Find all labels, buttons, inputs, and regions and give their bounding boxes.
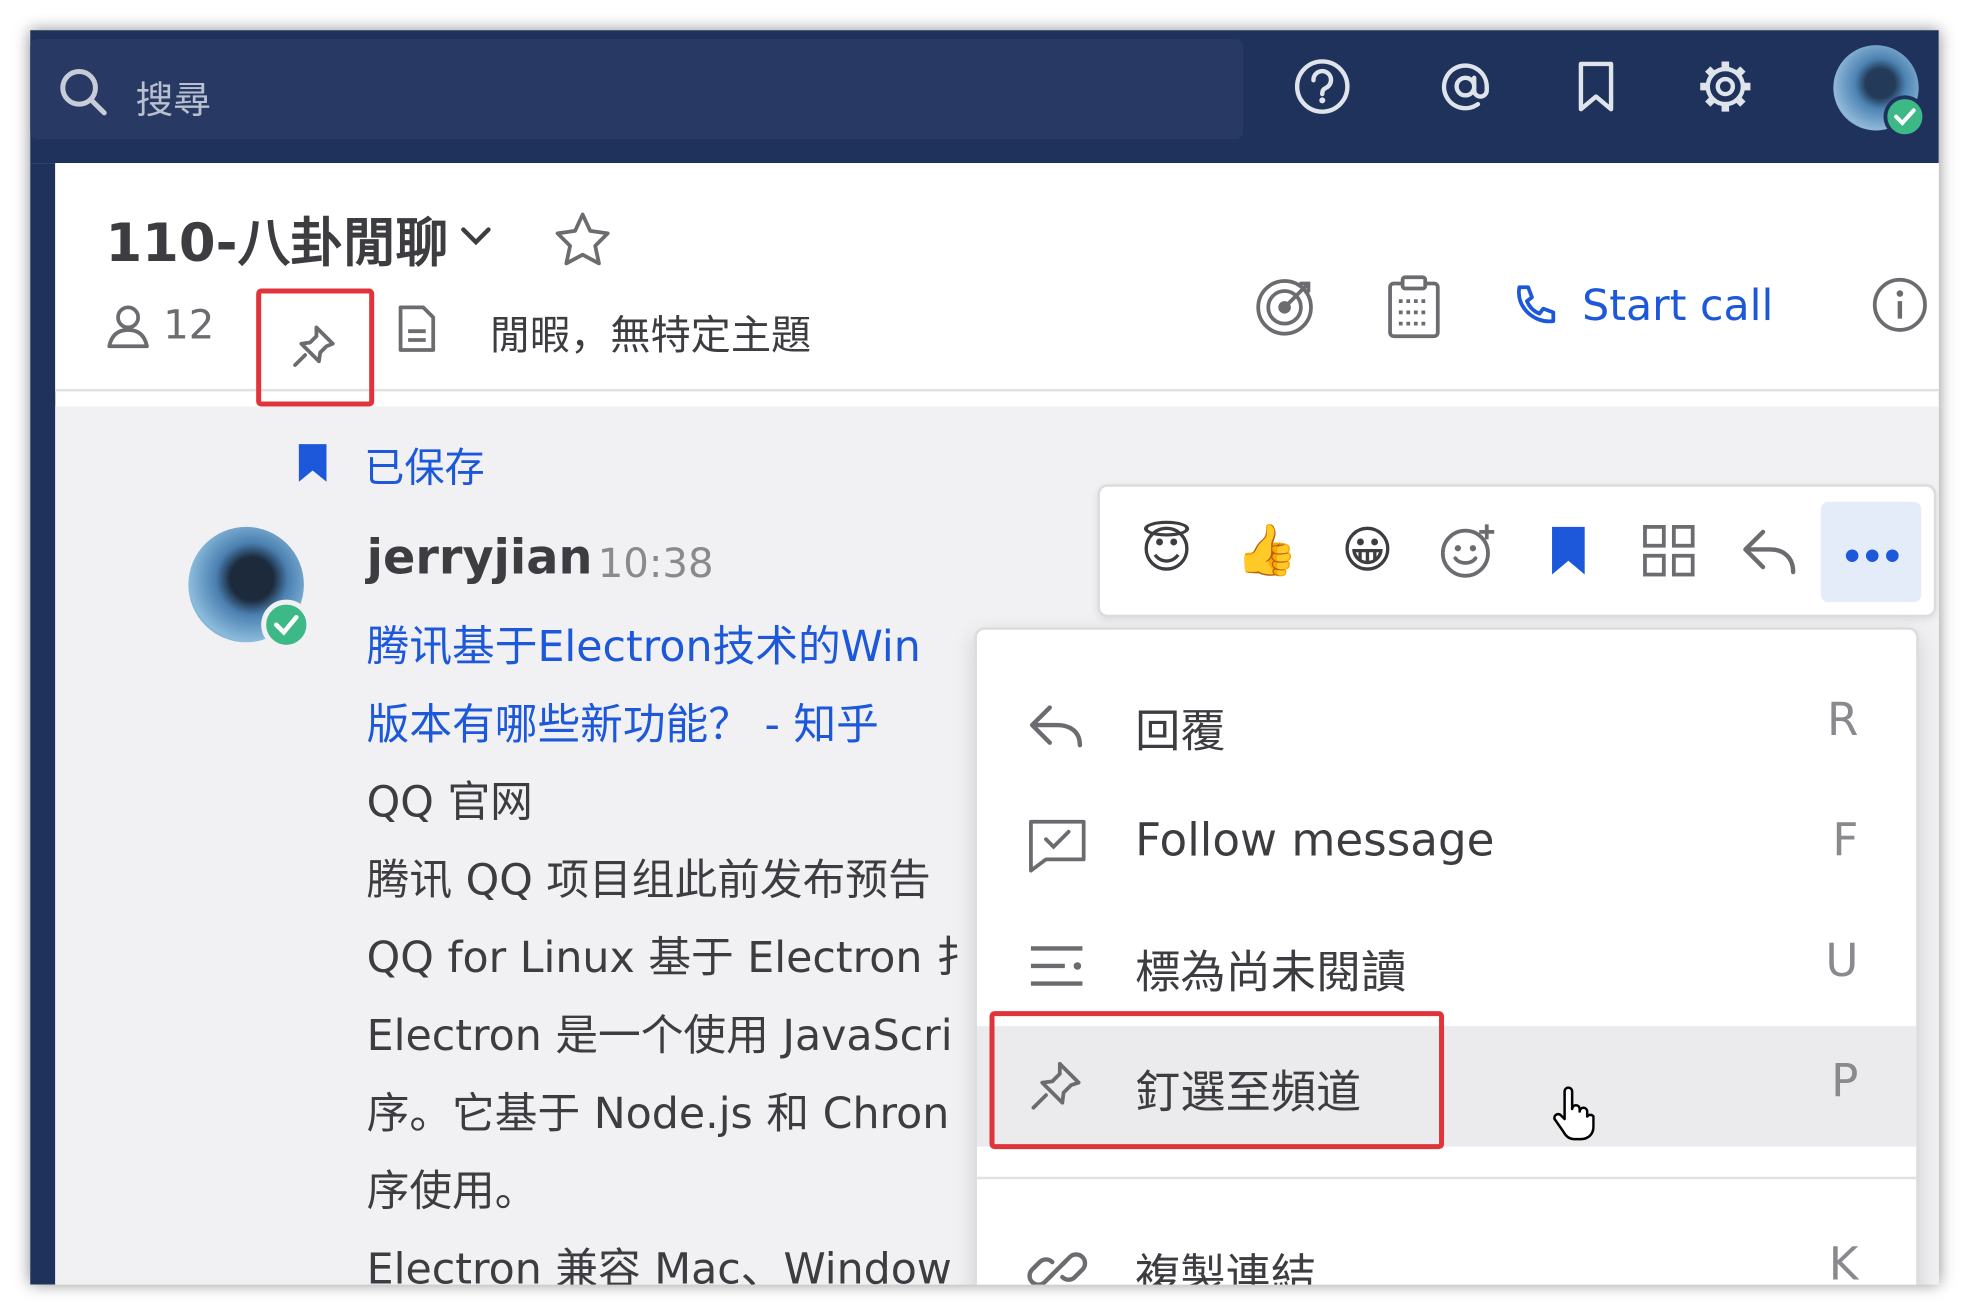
message-line: 序。它基于 Node.js 和 Chron [366,1088,950,1140]
favorite-star-icon[interactable] [553,211,613,269]
recent-emoji-thumbsup[interactable]: 👍 [1236,519,1299,582]
phone-icon[interactable] [1512,284,1557,329]
menu-shortcut: R [1827,694,1859,747]
recent-emoji-halo[interactable]: 😇 [1135,519,1198,582]
message-link[interactable]: 腾讯基于Electron技术的Win [367,612,921,673]
post-time[interactable]: 10:38 [598,539,714,587]
online-status-icon [1883,95,1927,138]
post-dot-menu: 回覆 R Follow message F 標為尚未閱讀 U 釘選至頻道 P 複… [974,627,1919,1285]
reply-icon[interactable] [1738,519,1801,582]
more-actions-icon[interactable] [1820,501,1922,603]
help-icon[interactable] [1293,58,1351,116]
menu-item-copy-link[interactable]: 複製連結 K [977,1209,1916,1285]
saved-bookmark-icon [298,444,327,482]
message-link[interactable]: 版本有哪些新功能？ - 知乎 [367,690,879,751]
post-message: 腾讯基于Electron技术的Win 版本有哪些新功能？ - 知乎 QQ 官网 … [367,612,1007,1284]
search-box[interactable]: 搜尋 [30,38,1244,140]
menu-divider [976,1176,1917,1180]
hand-cursor-icon [1553,1086,1595,1141]
channel-info-icon[interactable] [1871,276,1929,334]
sidebar-edge [30,163,56,1285]
recent-emoji-grin[interactable]: 😀 [1336,519,1399,582]
saved-messages-icon[interactable] [1567,58,1625,116]
start-call-button[interactable]: Start call [1582,281,1773,331]
global-header: 搜尋 [30,30,1939,164]
app-window: 搜尋 110-八卦閒聊 12 閒暇，無特定主題 Start call 已保存 j… [30,30,1939,1285]
menu-item-label: 回覆 [1135,706,1226,758]
message-line: QQ 官网 [366,777,533,828]
apps-icon[interactable] [1637,519,1700,582]
message-line: 腾讯 QQ 项目组此前发布预告 [366,855,931,906]
member-count[interactable]: 12 [163,301,214,349]
menu-item-label: 標為尚未閱讀 [1135,947,1407,999]
online-status-icon [261,599,312,650]
settings-gear-icon[interactable] [1696,58,1754,116]
menu-item-label: Follow message [1135,815,1495,867]
message-line: 序使用。 [366,1166,538,1217]
save-icon[interactable] [1537,519,1600,582]
user-avatar[interactable] [1833,45,1927,138]
follow-message-icon [1029,819,1086,873]
channel-purpose: 閒暇，無特定主題 [489,311,812,359]
channel-files-icon[interactable] [397,304,437,354]
message-line: QQ for Linux 基于 Electron 扌 [366,933,979,984]
menu-shortcut: U [1825,935,1859,988]
menu-shortcut: P [1831,1056,1859,1108]
saved-label: 已保存 [364,444,485,492]
link-icon [1027,1252,1088,1285]
mark-unread-icon [1030,946,1083,986]
post-hover-menu: 😇 👍 😀 [1097,484,1937,618]
pin-to-channel-highlight [989,1011,1445,1150]
reply-icon [1029,705,1083,748]
menu-shortcut: F [1832,815,1859,867]
pin-icon[interactable] [291,321,339,369]
post-author-avatar[interactable] [188,526,312,650]
channel-name[interactable]: 110-八卦閒聊 [105,201,448,278]
playbook-target-icon[interactable] [1253,273,1318,338]
search-placeholder: 搜尋 [135,79,211,123]
menu-item-follow-message[interactable]: Follow message F [977,785,1916,905]
chevron-down-icon[interactable] [460,223,493,248]
search-icon [60,68,107,116]
members-icon[interactable] [105,304,150,349]
channel-header: 110-八卦閒聊 12 閒暇，無特定主題 Start call [55,163,1939,407]
menu-item-label: 複製連結 [1135,1250,1316,1285]
mention-icon[interactable] [1437,58,1495,116]
menu-item-reply[interactable]: 回覆 R [977,665,1916,785]
message-line: Electron 是一个使用 JavaScri [366,1011,953,1062]
menu-shortcut: K [1828,1239,1859,1285]
add-reaction-icon[interactable] [1437,519,1500,582]
clipboard-checklist-icon[interactable] [1381,273,1446,339]
message-line: Electron 兼容 Mac、Window [366,1244,952,1285]
menu-item-mark-unread[interactable]: 標為尚未閱讀 U [977,906,1916,1026]
post-username[interactable]: jerryjian [367,529,593,584]
